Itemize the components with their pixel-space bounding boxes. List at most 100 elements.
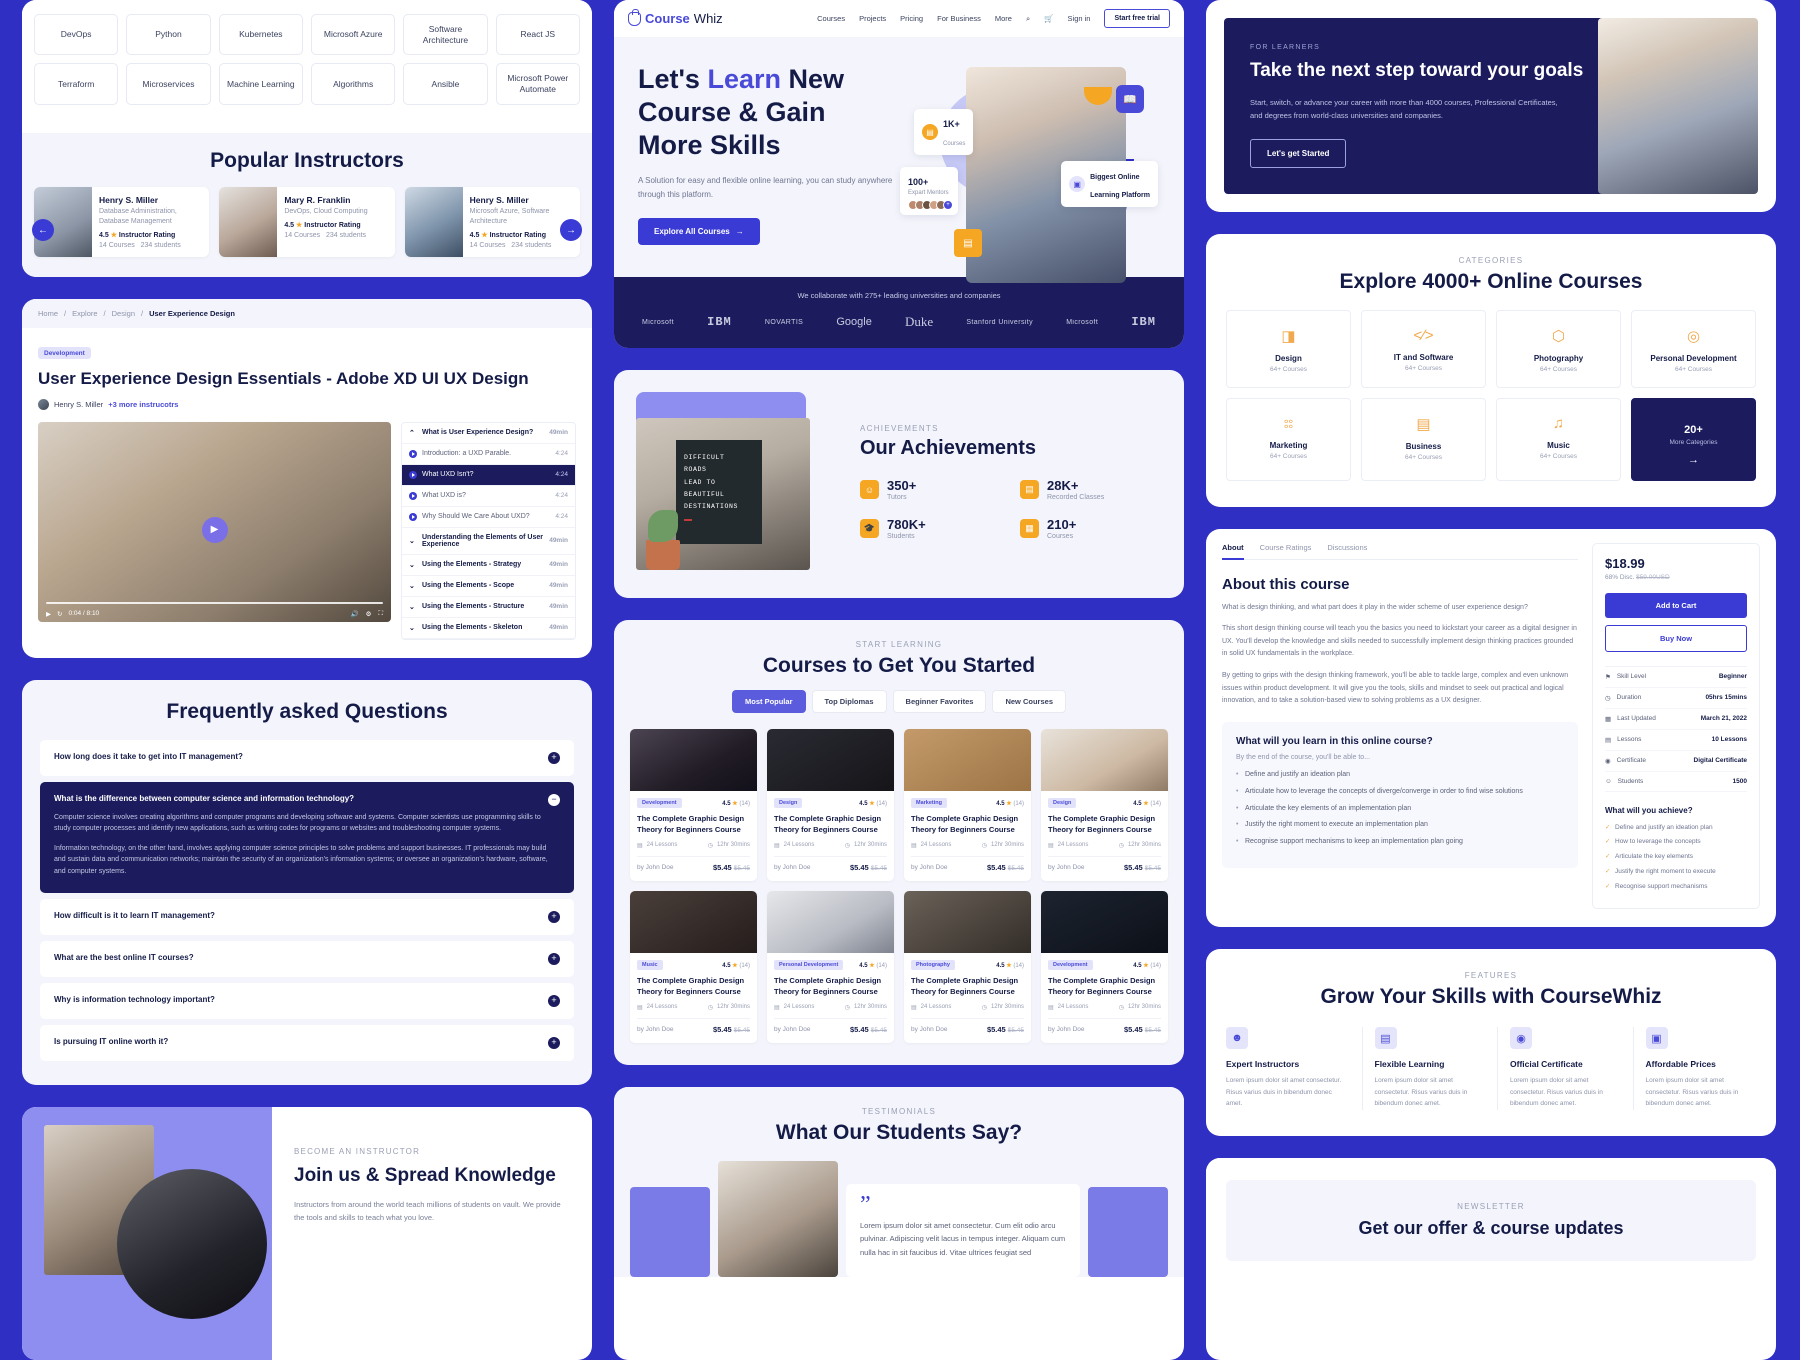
course-card[interactable]: Music 4.5 ★ (14) The Complete Graphic Desi… [630, 891, 757, 1043]
start-free-trial-button[interactable]: Start free trial [1104, 9, 1170, 28]
minus-icon[interactable]: − [548, 793, 560, 806]
stat-item: ▦ 210+ Courses [1020, 517, 1162, 540]
fullscreen-icon[interactable]: ⛶ [378, 610, 383, 618]
instructor-subject: Database Administration, Database Manage… [99, 207, 177, 225]
explore-all-courses-button[interactable]: Explore All Courses → [638, 217, 760, 245]
add-to-cart-button[interactable]: Add to Cart [1605, 592, 1747, 618]
faq-item[interactable]: How long does it take to get into IT man… [40, 739, 574, 776]
lesson-section-row[interactable]: ⌃ What is User Experience Design? 49min [402, 423, 575, 444]
tab-about[interactable]: About [1222, 543, 1244, 560]
tab-most-popular[interactable]: Most Popular [731, 690, 806, 713]
faq-item[interactable]: What are the best online IT courses? + [40, 941, 574, 978]
nav-link-courses[interactable]: Courses [817, 14, 845, 23]
carousel-prev-icon[interactable]: ← [32, 219, 54, 242]
carousel-next-icon[interactable]: → [560, 219, 582, 242]
play-icon[interactable]: ▶ [201, 516, 228, 543]
category-photography[interactable]: ⬡ Photography 64+ Courses [1496, 309, 1621, 388]
breadcrumb-item[interactable]: Explore [72, 309, 97, 318]
category-personal-development[interactable]: ◎ Personal Development 64+ Courses [1631, 309, 1756, 388]
plus-icon[interactable]: + [548, 911, 560, 924]
nav-link-projects[interactable]: Projects [859, 14, 886, 23]
tag-chip[interactable]: Machine Learning [218, 63, 303, 105]
plus-icon[interactable]: + [548, 1037, 560, 1050]
students-icon: ☺ [1605, 777, 1612, 785]
lessons-icon: ▤ [774, 1005, 780, 1011]
category-more[interactable]: 20+ More Categories → [1631, 397, 1756, 481]
category-design[interactable]: ◨ Design 64+ Courses [1226, 309, 1351, 388]
volume-icon[interactable]: 🔊 [351, 610, 359, 618]
lets-get-started-button[interactable]: Let's get Started [1250, 138, 1347, 168]
progress-bar[interactable] [46, 601, 383, 604]
replay-icon[interactable]: ↻ [57, 610, 62, 618]
course-card[interactable]: Personal Development 4.5 ★ (14) The Comple… [767, 891, 894, 1043]
course-card[interactable]: Design 4.5 ★ (14) The Complete Graphic Des… [767, 729, 894, 881]
tag-chip[interactable]: Python [126, 14, 211, 56]
tab-top-diplomas[interactable]: Top Diplomas [811, 690, 887, 713]
search-icon[interactable]: ⌕ [1026, 14, 1030, 24]
more-label: More Categories [1669, 438, 1718, 446]
course-card[interactable]: Development 4.5 ★ (14) The Complete Graphi… [630, 729, 757, 881]
sign-in-link[interactable]: Sign in [1068, 14, 1091, 23]
tab-new-courses[interactable]: New Courses [992, 690, 1066, 713]
breadcrumb-item[interactable]: Home [38, 309, 58, 318]
course-card[interactable]: Marketing 4.5 ★ (14) The Complete Graphic … [904, 729, 1031, 881]
instructor-rating: 4.5 [99, 231, 109, 239]
instructor-card[interactable]: Mary R. Franklin DevOps, Cloud Computing… [219, 186, 395, 257]
faq-item[interactable]: Is pursuing IT online worth it? + [40, 1025, 574, 1062]
tab-course-ratings[interactable]: Course Ratings [1260, 543, 1312, 552]
category-business[interactable]: ▤ Business 64+ Courses [1361, 397, 1486, 481]
course-card[interactable]: Design 4.5 ★ (14) The Complete Graphic Des… [1041, 729, 1168, 881]
tag-chip[interactable]: Ansible [403, 63, 488, 105]
play-dot-icon [409, 491, 417, 500]
play-small-icon[interactable]: ▶ [46, 610, 51, 618]
video-player[interactable]: ▶ ▶ ↻ 0:04 / 8:10 🔊 ⚙ ⛶ [38, 421, 391, 622]
tag-chip[interactable]: React JS [495, 14, 580, 56]
lesson-section-row[interactable]: ⌄ Using the Elements - Skeleton 49min [402, 618, 575, 639]
faq-item-open[interactable]: What is the difference between computer … [40, 781, 574, 894]
instructor-card[interactable]: Henry S. Miller Database Administration,… [34, 186, 210, 257]
more-instructors-link[interactable]: +3 more instrucotrs [108, 400, 178, 409]
course-card[interactable]: Development 4.5 ★ (14) The Complete Graphi… [1041, 891, 1168, 1043]
nav-link-pricing[interactable]: Pricing [900, 14, 923, 23]
lesson-section-row[interactable]: ⌄ Using the Elements - Structure 49min [402, 597, 575, 618]
lesson-row[interactable]: Why Should We Care About UXD? 4:24 [402, 507, 575, 528]
tag-chip[interactable]: Microservices [126, 63, 211, 105]
tag-chip[interactable]: Terraform [34, 63, 119, 105]
instructor-subject: Microsoft Azure, Software Architecture [469, 207, 550, 225]
instructor-card[interactable]: Henry S. Miller Microsoft Azure, Softwar… [404, 186, 580, 257]
cart-icon[interactable]: 🛒 [1044, 14, 1053, 23]
lesson-section-row[interactable]: ⌄ Using the Elements - Strategy 49min [402, 555, 575, 576]
tag-chip[interactable]: Kubernetes [218, 14, 303, 56]
plus-icon[interactable]: + [548, 751, 560, 764]
section-title: What Our Students Say? [775, 1121, 1023, 1144]
tag-chip[interactable]: Microsoft Power Automate [495, 63, 580, 105]
category-marketing[interactable]: ⦂⦂ Marketing 64+ Courses [1226, 397, 1351, 481]
tag-chip[interactable]: DevOps [34, 14, 119, 56]
lesson-section-row[interactable]: ⌄ Using the Elements - Scope 49min [402, 576, 575, 597]
nav-link-more[interactable]: More [995, 14, 1012, 23]
lesson-row-active[interactable]: What UXD Isn't? 4:24 [402, 464, 575, 486]
tab-discussions[interactable]: Discussions [1327, 543, 1367, 552]
faq-item[interactable]: Why is information technology important?… [40, 983, 574, 1020]
nav-link-for-business[interactable]: For Business [937, 14, 981, 23]
tag-chip[interactable]: Microsoft Azure [310, 14, 396, 56]
tab-beginner-favorites[interactable]: Beginner Favorites [892, 690, 987, 713]
buy-now-button[interactable]: Buy Now [1605, 624, 1747, 652]
lesson-section-row[interactable]: ⌄ Understanding the Elements of User Expe… [402, 528, 575, 555]
stat-label: Tutors [887, 494, 907, 501]
plus-icon[interactable]: + [548, 953, 560, 966]
category-it-software[interactable]: <∕> IT and Software 64+ Courses [1361, 309, 1486, 388]
lesson-row[interactable]: Introduction: a UXD Parable. 4:24 [402, 444, 575, 465]
breadcrumb-item[interactable]: Design [112, 309, 135, 318]
tag-chip[interactable]: Software Architecture [403, 14, 488, 56]
logo[interactable]: Course Whiz [628, 8, 723, 26]
collaborators-section: We collaborate with 275+ leading univers… [614, 277, 1184, 348]
course-card[interactable]: Photography 4.5 ★ (14) The Complete Graphi… [904, 891, 1031, 1043]
category-music[interactable]: ♫ Music 64+ Courses [1496, 397, 1621, 481]
faq-item[interactable]: How difficult is it to learn IT manageme… [40, 899, 574, 936]
tag-chip[interactable]: Algorithms [310, 63, 396, 105]
lesson-row[interactable]: What UXD is? 4:24 [402, 486, 575, 507]
plus-icon[interactable]: + [548, 995, 560, 1008]
settings-icon[interactable]: ⚙ [366, 610, 372, 618]
section-title: Grow Your Skills with CourseWhiz [1320, 985, 1662, 1009]
